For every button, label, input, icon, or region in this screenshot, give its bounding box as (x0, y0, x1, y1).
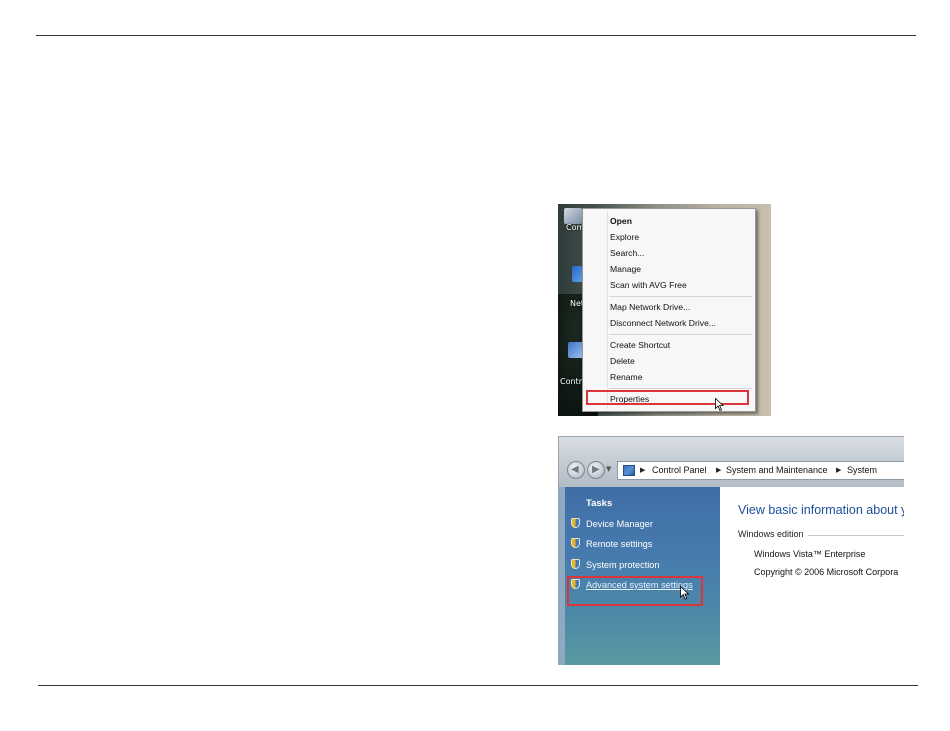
menu-gutter (607, 211, 608, 409)
uac-shield-icon (571, 538, 580, 548)
back-arrow-icon: ◀ (571, 464, 579, 475)
menu-separator (609, 334, 752, 335)
sidebar-edge (559, 487, 565, 665)
menu-separator (609, 388, 752, 389)
forward-button[interactable]: ▶ (587, 461, 605, 479)
windows-edition-heading: Windows edition (738, 529, 804, 539)
section-divider (808, 535, 904, 536)
bottom-rule (38, 685, 918, 686)
windows-edition-value: Windows Vista™ Enterprise (754, 549, 866, 559)
task-label: Device Manager (586, 519, 653, 529)
breadcrumb-separator-icon[interactable]: ▶ (640, 466, 645, 474)
menu-item-explore[interactable]: Explore (610, 230, 639, 244)
task-remote-settings[interactable]: Remote settings (571, 537, 652, 551)
breadcrumb-system-and-maintenance[interactable]: System and Maintenance (726, 465, 828, 475)
menu-separator (609, 296, 752, 297)
breadcrumb-system[interactable]: System (847, 465, 877, 475)
menu-item-manage[interactable]: Manage (610, 262, 641, 276)
context-menu-screenshot: Com Net Contro Open Explore Search... Ma… (558, 204, 771, 416)
menu-item-map-network-drive[interactable]: Map Network Drive... (610, 300, 690, 314)
menu-item-open[interactable]: Open (610, 214, 632, 228)
task-label: System protection (586, 560, 660, 570)
tasks-heading: Tasks (586, 498, 613, 509)
copyright-text: Copyright © 2006 Microsoft Corpora (754, 567, 899, 577)
menu-item-disconnect-network-drive[interactable]: Disconnect Network Drive... (610, 316, 716, 330)
computer-desktop-icon[interactable] (564, 208, 582, 224)
address-bar[interactable]: ▶ Control Panel ▶ System and Maintenance… (617, 461, 904, 480)
mouse-pointer-icon (715, 398, 724, 411)
menu-item-create-shortcut[interactable]: Create Shortcut (610, 338, 670, 352)
top-rule (36, 35, 916, 36)
properties-highlight-box (586, 390, 749, 405)
breadcrumb-control-panel[interactable]: Control Panel (652, 465, 707, 475)
uac-shield-icon (571, 518, 580, 528)
system-window-screenshot: ◀ ▶ ▼ ▶ Control Panel ▶ System and Maint… (558, 436, 904, 665)
window-titlebar: ◀ ▶ ▼ ▶ Control Panel ▶ System and Maint… (559, 437, 904, 487)
menu-item-rename[interactable]: Rename (610, 370, 642, 384)
task-device-manager[interactable]: Device Manager (571, 517, 653, 531)
system-content-pane: View basic information about y Windows e… (720, 487, 904, 665)
menu-item-delete[interactable]: Delete (610, 354, 635, 368)
menu-item-search[interactable]: Search... (610, 246, 644, 260)
back-button[interactable]: ◀ (567, 461, 585, 479)
breadcrumb-separator-icon[interactable]: ▶ (836, 466, 841, 474)
menu-item-scan-avg[interactable]: Scan with AVG Free (610, 278, 687, 292)
task-label: Remote settings (586, 539, 653, 549)
context-menu: Open Explore Search... Manage Scan with … (582, 208, 756, 412)
control-panel-icon (623, 465, 635, 476)
task-system-protection[interactable]: System protection (571, 558, 660, 572)
breadcrumb-separator-icon[interactable]: ▶ (716, 466, 721, 474)
mouse-pointer-icon (680, 586, 690, 600)
uac-shield-icon (571, 559, 580, 569)
page-title: View basic information about y (738, 503, 904, 517)
recent-pages-dropdown-icon[interactable]: ▼ (606, 465, 611, 473)
forward-arrow-icon: ▶ (592, 464, 600, 475)
